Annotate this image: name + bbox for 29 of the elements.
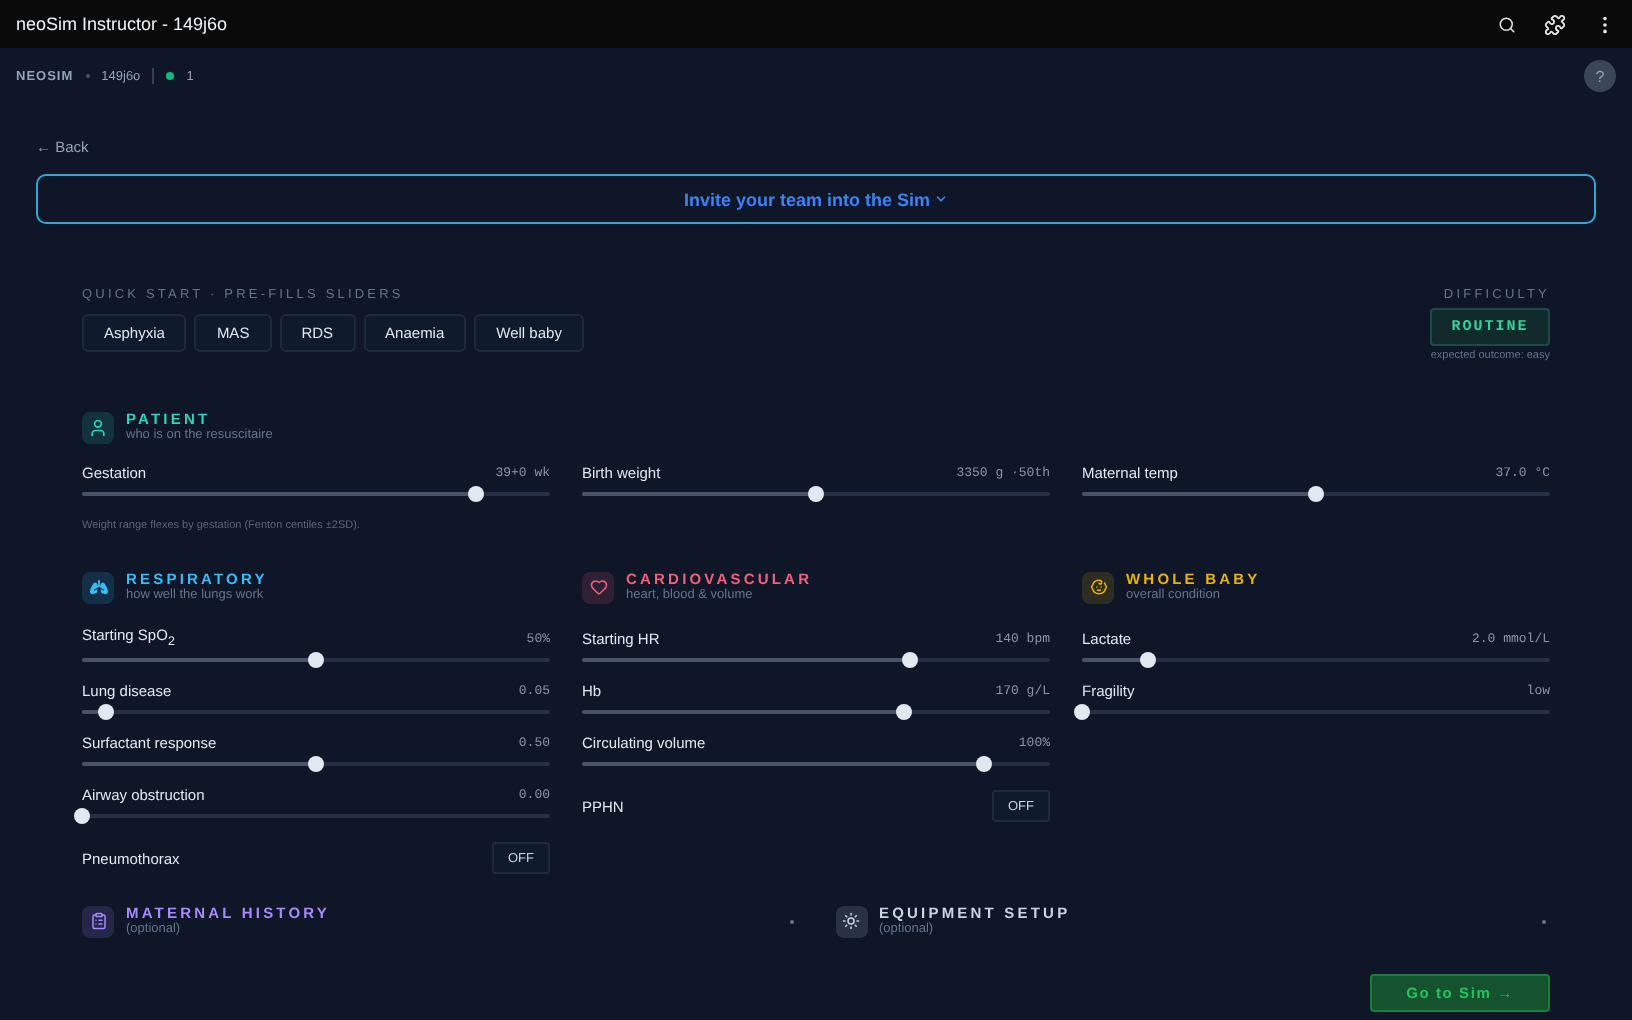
slider-thumb[interactable]: [308, 756, 324, 772]
slider-thumb[interactable]: [1074, 704, 1090, 720]
caret-icon: [934, 192, 949, 206]
slider-track[interactable]: [1082, 650, 1550, 670]
slider-thumb[interactable]: [74, 808, 90, 824]
slider-thumb[interactable]: [97, 704, 114, 720]
invite-button[interactable]: Invite your team into the Sim: [36, 174, 1596, 224]
slider-thumb[interactable]: [467, 486, 484, 502]
slider-track[interactable]: [82, 650, 550, 670]
slider-track[interactable]: [1082, 484, 1550, 504]
slider-track[interactable]: [82, 484, 550, 504]
search-icon[interactable]: [1498, 15, 1516, 33]
slider-thumb[interactable]: [896, 704, 913, 720]
puzzle-icon[interactable]: [1544, 13, 1566, 35]
slider-track[interactable]: [582, 484, 1050, 504]
slider-thumb[interactable]: [976, 756, 993, 772]
slider-thumb[interactable]: [1308, 486, 1324, 502]
slider-thumb[interactable]: [808, 486, 824, 502]
slider-track[interactable]: [82, 754, 550, 774]
slider-thumb[interactable]: [901, 652, 918, 668]
window-title: neoSim Instructor - 149j6o: [16, 14, 230, 34]
slider-track[interactable]: [582, 702, 1050, 722]
slider-track[interactable]: [582, 650, 1050, 670]
slider-thumb[interactable]: [308, 652, 324, 668]
status-dot: [166, 72, 175, 80]
slider-thumb[interactable]: [1139, 652, 1156, 668]
slider-track[interactable]: [82, 702, 550, 722]
slider-track[interactable]: [582, 754, 1050, 774]
help-button[interactable]: ?: [1584, 60, 1616, 92]
